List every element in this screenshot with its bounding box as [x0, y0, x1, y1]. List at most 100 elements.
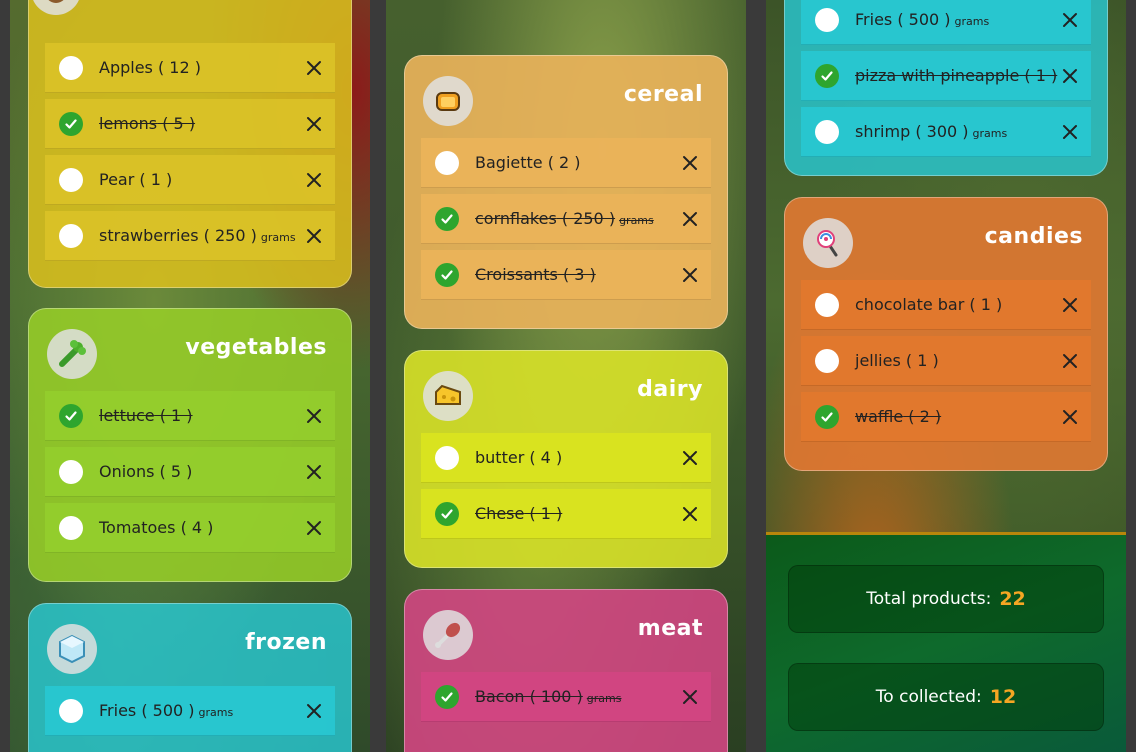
list-item[interactable]: jellies ( 1 ) [801, 336, 1091, 386]
delete-x-icon[interactable] [305, 463, 323, 481]
delete-x-icon[interactable] [1061, 11, 1079, 29]
item-label: strawberries ( 250 ) grams [99, 226, 296, 245]
delete-x-icon[interactable] [305, 519, 323, 537]
category-title: frozen [245, 630, 327, 655]
unchecked-circle-icon[interactable] [59, 55, 83, 80]
item-label: jellies ( 1 ) [855, 351, 939, 370]
delete-x-icon[interactable] [1061, 352, 1079, 370]
column-3: Fries ( 500 ) grams pizza with pineapple (… [766, 0, 1126, 752]
delete-x-icon[interactable] [305, 115, 323, 133]
list-item[interactable]: Bacon ( 100 ) grams [421, 672, 711, 722]
collected-value: 12 [989, 686, 1017, 708]
unchecked-circle-icon[interactable] [435, 150, 459, 175]
item-unit: grams [198, 706, 234, 719]
item-name: Bagiette [475, 153, 543, 172]
category-title: vegetables [185, 335, 327, 360]
category-card-candies: candies chocolate bar ( 1 ) jellies ( 1 )… [784, 197, 1108, 471]
list-item[interactable]: Apples ( 12 ) [45, 43, 335, 93]
unchecked-circle-icon[interactable] [59, 459, 83, 484]
delete-x-icon[interactable] [305, 407, 323, 425]
unchecked-circle-icon[interactable] [59, 515, 83, 540]
category-title: candies [984, 224, 1083, 249]
delete-x-icon[interactable] [681, 210, 699, 228]
item-label: Apples ( 12 ) [99, 58, 201, 77]
list-item[interactable]: waffle ( 2 ) [801, 392, 1091, 442]
item-quantity: ( 500 ) [136, 701, 195, 720]
unchecked-circle-icon[interactable] [815, 119, 839, 144]
item-label: Onions ( 5 ) [99, 462, 192, 481]
column-1: Apples ( 12 ) lemons ( 5 ) Pear ( 1 ) straw… [10, 0, 370, 752]
item-name: butter [475, 448, 525, 467]
checked-icon[interactable] [435, 262, 459, 287]
item-label: Fries ( 500 ) grams [99, 701, 233, 720]
list-item[interactable]: butter ( 4 ) [421, 433, 711, 483]
item-label: Bacon ( 100 ) grams [475, 687, 622, 706]
unchecked-circle-icon[interactable] [815, 7, 839, 32]
list-item[interactable]: shrimp ( 300 ) grams [801, 107, 1091, 157]
item-quantity: ( 4 ) [175, 518, 214, 537]
category-card-frozen-continued: Fries ( 500 ) grams pizza with pineapple (… [784, 0, 1108, 176]
item-quantity: ( 2 ) [542, 153, 581, 172]
item-quantity: ( 1 ) [154, 406, 193, 425]
delete-x-icon[interactable] [1061, 296, 1079, 314]
delete-x-icon[interactable] [681, 154, 699, 172]
total-products-box: Total products: 22 [788, 565, 1104, 633]
summary-panel: Total products: 22 To collected: 12 [766, 532, 1126, 752]
list-item[interactable]: lemons ( 5 ) [45, 99, 335, 149]
checked-icon[interactable] [815, 404, 839, 429]
bread-icon [423, 76, 473, 126]
list-item[interactable]: Chese ( 1 ) [421, 489, 711, 539]
delete-x-icon[interactable] [305, 59, 323, 77]
delete-x-icon[interactable] [1061, 123, 1079, 141]
delete-x-icon[interactable] [681, 449, 699, 467]
total-products-value: 22 [999, 588, 1026, 610]
checked-icon[interactable] [59, 111, 83, 136]
unchecked-circle-icon[interactable] [59, 223, 83, 248]
unchecked-circle-icon[interactable] [815, 292, 839, 317]
delete-x-icon[interactable] [305, 702, 323, 720]
checked-icon[interactable] [435, 206, 459, 231]
checked-icon[interactable] [435, 501, 459, 526]
item-label: cornflakes ( 250 ) grams [475, 209, 654, 228]
list-item[interactable]: Onions ( 5 ) [45, 447, 335, 497]
list-item[interactable]: Bagiette ( 2 ) [421, 138, 711, 188]
list-item[interactable]: lettuce ( 1 ) [45, 391, 335, 441]
item-name: Chese [475, 504, 525, 523]
delete-x-icon[interactable] [681, 688, 699, 706]
item-unit: grams [586, 692, 622, 705]
item-name: Apples [99, 58, 153, 77]
item-label: butter ( 4 ) [475, 448, 562, 467]
unchecked-circle-icon[interactable] [815, 348, 839, 373]
delete-x-icon[interactable] [1061, 67, 1079, 85]
delete-x-icon[interactable] [681, 505, 699, 523]
list-item[interactable]: Tomatoes ( 4 ) [45, 503, 335, 553]
delete-x-icon[interactable] [305, 171, 323, 189]
list-item[interactable]: cornflakes ( 250 ) grams [421, 194, 711, 244]
list-item[interactable]: strawberries ( 250 ) grams [45, 211, 335, 261]
item-quantity: ( 1 ) [900, 351, 939, 370]
delete-x-icon[interactable] [1061, 408, 1079, 426]
item-name: lemons [99, 114, 158, 133]
delete-x-icon[interactable] [681, 266, 699, 284]
unchecked-circle-icon[interactable] [435, 445, 459, 470]
checked-icon[interactable] [435, 684, 459, 709]
cheese-icon [423, 371, 473, 421]
item-label: Pear ( 1 ) [99, 170, 172, 189]
item-quantity: ( 1 ) [964, 295, 1003, 314]
item-quantity: ( 2 ) [903, 407, 942, 426]
list-item[interactable]: Fries ( 500 ) grams [45, 686, 335, 736]
list-item[interactable]: Pear ( 1 ) [45, 155, 335, 205]
category-card-fruits: Apples ( 12 ) lemons ( 5 ) Pear ( 1 ) straw… [28, 0, 352, 288]
list-item[interactable]: pizza with pineapple ( 1 ) [801, 51, 1091, 101]
list-item[interactable]: Croissants ( 3 ) [421, 250, 711, 300]
item-unit: grams [619, 214, 654, 227]
unchecked-circle-icon[interactable] [59, 167, 83, 192]
delete-x-icon[interactable] [305, 227, 323, 245]
item-name: Tomatoes [99, 518, 176, 537]
item-name: waffle [855, 407, 904, 426]
checked-icon[interactable] [59, 403, 83, 428]
unchecked-circle-icon[interactable] [59, 698, 83, 723]
list-item[interactable]: Fries ( 500 ) grams [801, 0, 1091, 45]
checked-icon[interactable] [815, 63, 839, 88]
list-item[interactable]: chocolate bar ( 1 ) [801, 280, 1091, 330]
